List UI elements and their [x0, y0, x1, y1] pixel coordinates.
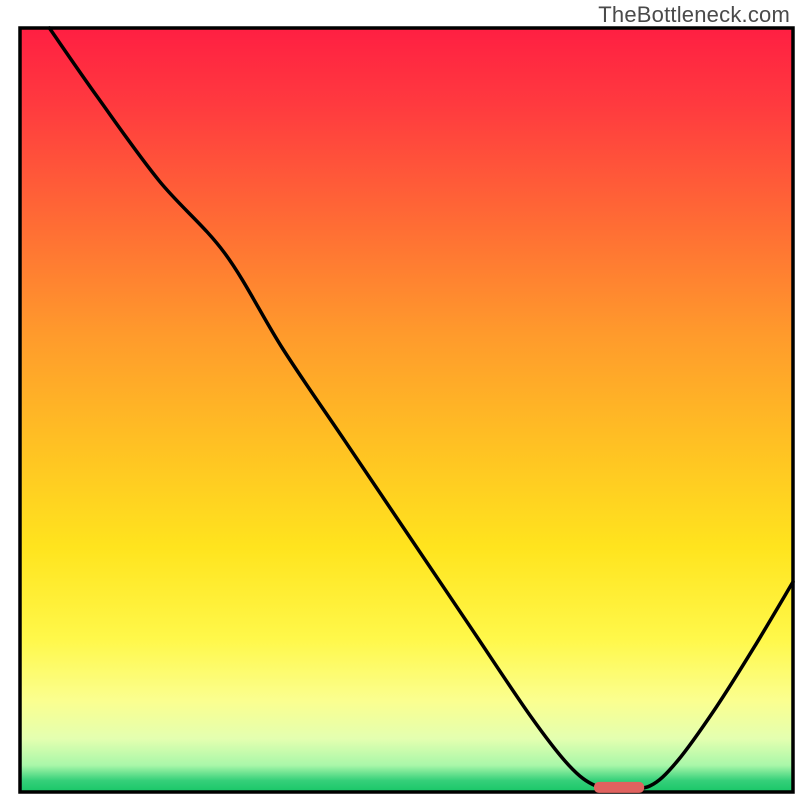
- plot-background: [20, 28, 793, 792]
- optimal-marker: [594, 782, 644, 793]
- chart-svg: [0, 0, 800, 800]
- bottleneck-chart: TheBottleneck.com: [0, 0, 800, 800]
- watermark-label: TheBottleneck.com: [598, 2, 790, 28]
